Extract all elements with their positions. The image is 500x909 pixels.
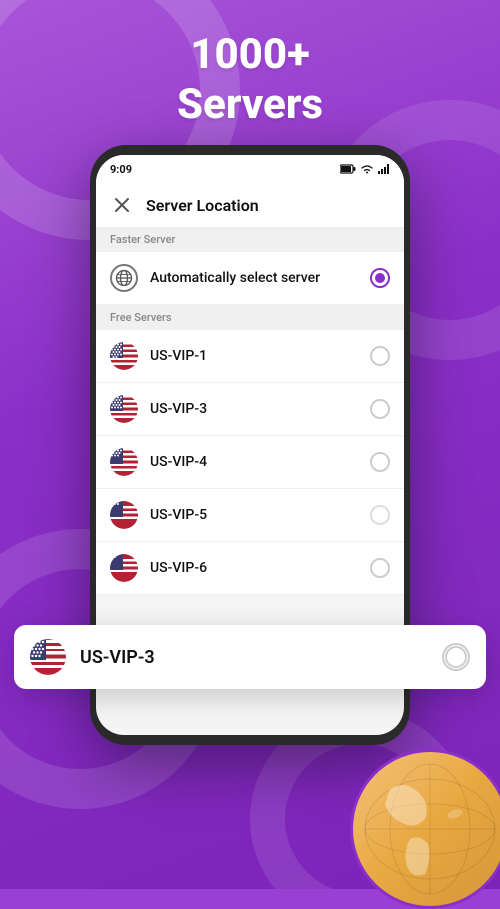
- globe-svg: [360, 759, 500, 899]
- floating-item-name: US-VIP-3: [80, 647, 428, 668]
- app-bar-title: Server Location: [146, 196, 259, 215]
- auto-select-name: Automatically select server: [150, 270, 358, 286]
- header-line1: 1000+: [190, 30, 310, 79]
- server-item-us-vip-4[interactable]: US-VIP-4: [96, 436, 404, 489]
- globe-circle: [350, 749, 500, 909]
- flag-us-vip-6: [110, 554, 138, 582]
- wifi-icon: [360, 164, 374, 174]
- radio-us-vip-1: [370, 346, 390, 366]
- status-time: 9:09: [110, 163, 132, 176]
- header-line2: Servers: [177, 80, 323, 129]
- globe-icon: [110, 264, 138, 292]
- flag-us-vip-3: [110, 395, 138, 423]
- header: 1000+ Servers: [0, 30, 500, 131]
- radio-us-vip-3: [370, 399, 390, 419]
- floating-selected-item[interactable]: US-VIP-3: [14, 625, 486, 689]
- server-name-us-vip-5: US-VIP-5: [150, 507, 358, 523]
- radio-us-vip-5: [370, 505, 390, 525]
- status-bar: 9:09: [96, 155, 404, 183]
- close-button[interactable]: [110, 193, 134, 217]
- server-item-us-vip-1[interactable]: US-VIP-1: [96, 330, 404, 383]
- auto-select-item[interactable]: Automatically select server: [96, 252, 404, 305]
- flag-us-vip-5: [110, 501, 138, 529]
- header-title: 1000+ Servers: [0, 30, 500, 131]
- flag-us-vip-4: [110, 448, 138, 476]
- faster-server-label: Faster Server: [96, 227, 404, 252]
- app-bar: Server Location: [96, 183, 404, 227]
- server-name-us-vip-1: US-VIP-1: [150, 348, 358, 364]
- free-servers-label: Free Servers: [96, 305, 404, 330]
- signal-icon: [378, 164, 390, 174]
- battery-icon: [340, 164, 356, 174]
- floating-radio: [442, 643, 470, 671]
- radio-us-vip-4: [370, 452, 390, 472]
- globe-decoration: [350, 749, 500, 909]
- server-name-us-vip-6: US-VIP-6: [150, 560, 358, 576]
- server-item-us-vip-6[interactable]: US-VIP-6: [96, 542, 404, 595]
- radio-us-vip-6: [370, 558, 390, 578]
- flag-us-vip-1: [110, 342, 138, 370]
- server-item-us-vip-3[interactable]: US-VIP-3: [96, 383, 404, 436]
- server-item-us-vip-5[interactable]: US-VIP-5: [96, 489, 404, 542]
- auto-select-radio: [370, 268, 390, 288]
- server-name-us-vip-3: US-VIP-3: [150, 401, 358, 417]
- radio-inner: [375, 273, 385, 283]
- server-name-us-vip-4: US-VIP-4: [150, 454, 358, 470]
- floating-flag: [30, 639, 66, 675]
- status-icons: [340, 164, 390, 174]
